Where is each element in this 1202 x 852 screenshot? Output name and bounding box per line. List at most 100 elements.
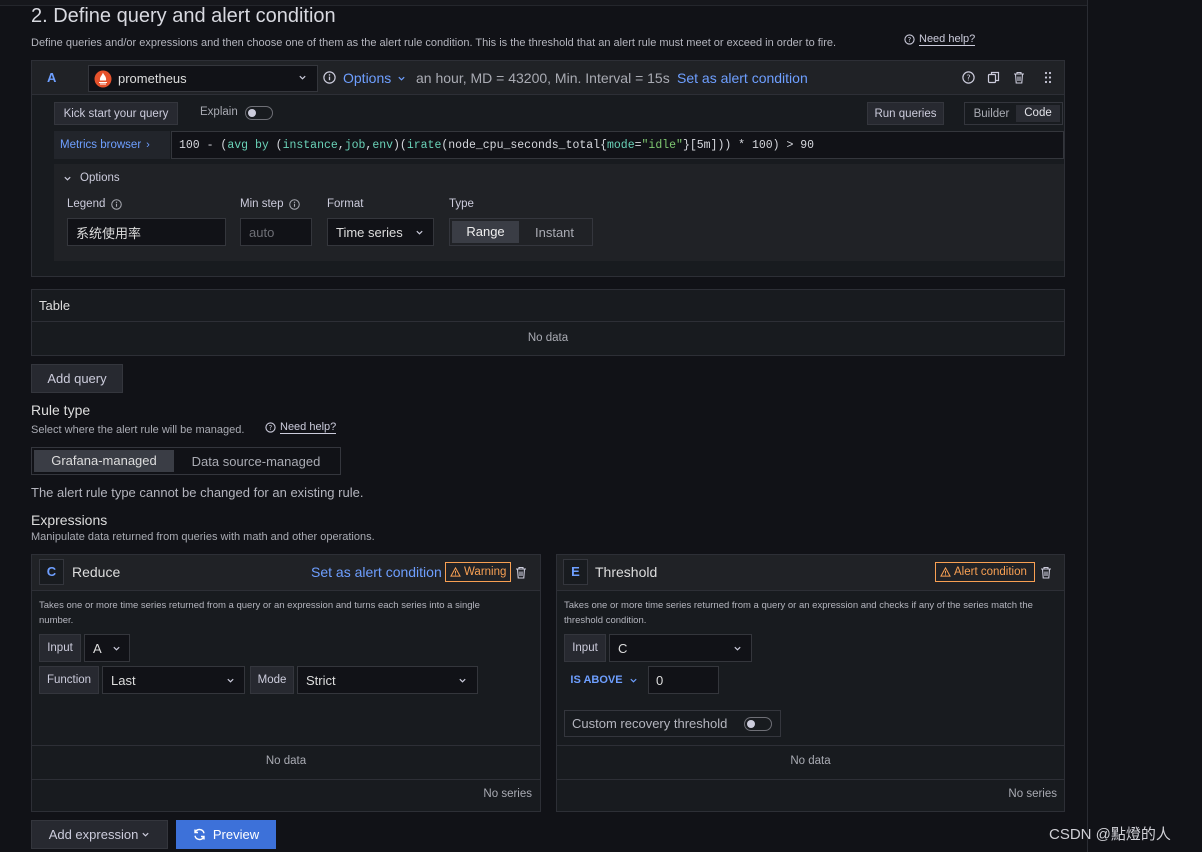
divider: [557, 779, 1064, 780]
chevron-down-icon: [629, 676, 638, 685]
prometheus-icon: [94, 70, 112, 88]
rule-type-description: Select where the alert rule will be mana…: [31, 424, 245, 436]
add-expression-button[interactable]: Add expression: [31, 820, 168, 849]
threshold-ref-id[interactable]: E: [563, 559, 588, 585]
expr-token: by: [254, 138, 269, 152]
code-mode-button[interactable]: Code: [1016, 105, 1060, 122]
threshold-value-input[interactable]: 0: [648, 666, 719, 694]
expr-token: job: [344, 138, 366, 152]
table-panel: [31, 289, 1065, 356]
query-code-editor[interactable]: 100 - (avg by (instance, job, env)(irate (n…: [171, 131, 1064, 159]
metrics-browser-label: Metrics browser: [60, 139, 142, 151]
expr-token: 100 - (: [179, 138, 228, 152]
divider: [32, 321, 1064, 322]
custom-recovery-toggle-row[interactable]: Custom recovery threshold: [564, 710, 781, 737]
options-label: Options: [343, 70, 392, 86]
threshold-no-series: No series: [1008, 788, 1057, 800]
threshold-input-label: Input: [564, 634, 606, 662]
preview-button[interactable]: Preview: [176, 820, 276, 849]
add-expression-label: Add expression: [48, 827, 139, 842]
options-header: Options: [80, 172, 120, 184]
chevron-down-icon: [112, 644, 121, 653]
editor-mode-switch: Builder Code: [964, 102, 1063, 125]
duplicate-icon[interactable]: [987, 71, 1000, 84]
query-options-toggle[interactable]: Options: [343, 70, 406, 86]
reduce-set-alert-condition[interactable]: Set as alert condition: [311, 564, 442, 580]
drag-handle-icon[interactable]: [1044, 71, 1052, 84]
section-description: Define queries and/or expressions and th…: [31, 37, 837, 49]
options-collapse-toggle[interactable]: Options: [63, 172, 120, 184]
reduce-input-select[interactable]: A: [84, 634, 130, 662]
mode-select[interactable]: Strict: [297, 666, 478, 694]
function-select[interactable]: Last: [102, 666, 245, 694]
section-help[interactable]: ? Need help?: [904, 33, 976, 46]
custom-recovery-toggle[interactable]: [744, 717, 772, 731]
expr-token: instance: [282, 138, 338, 152]
expr-token: env: [372, 138, 394, 152]
legend-input[interactable]: 系统使用率: [67, 218, 226, 246]
min-step-label-row: Min step: [240, 198, 301, 210]
reduce-ref-id[interactable]: C: [39, 559, 64, 585]
preview-label: Preview: [212, 827, 260, 842]
divider: [32, 779, 540, 780]
grafana-managed-option[interactable]: Grafana-managed: [34, 450, 174, 472]
threshold-input-value: C: [618, 640, 628, 656]
threshold-description: Takes one or more time series returned f…: [564, 600, 1033, 626]
table-title: Table: [39, 298, 71, 313]
explain-toggle[interactable]: [245, 106, 273, 120]
chevron-down-icon: [458, 676, 467, 685]
metrics-browser-button[interactable]: Metrics browser ›: [54, 131, 170, 159]
chevron-down-icon: [397, 74, 406, 83]
need-help-link[interactable]: Need help?: [919, 33, 976, 46]
query-ref-id[interactable]: A: [47, 70, 56, 85]
rule-type-note: The alert rule type cannot be changed fo…: [31, 485, 364, 500]
run-queries-button[interactable]: Run queries: [867, 102, 944, 125]
expr-token: )(: [393, 138, 407, 152]
expr-token: (node_cpu_seconds_total{: [441, 138, 607, 152]
threshold-input-select[interactable]: C: [609, 634, 752, 662]
format-value: Time series: [336, 224, 403, 240]
datasource-picker[interactable]: prometheus: [88, 65, 318, 92]
help-circle-icon: ?: [904, 34, 915, 45]
section-title: 2. Define query and alert condition: [31, 5, 336, 27]
options-summary: an hour, MD = 43200, Min. Interval = 15s: [416, 70, 670, 86]
need-help-link[interactable]: Need help?: [280, 421, 337, 434]
alert-condition-badge: Alert condition: [935, 562, 1035, 582]
threshold-operator-select[interactable]: IS ABOVE: [564, 666, 644, 694]
chevron-down-icon: [415, 228, 424, 237]
set-alert-condition-link[interactable]: Set as alert condition: [677, 70, 808, 86]
type-range-option[interactable]: Range: [452, 221, 519, 243]
function-label: Function: [39, 666, 99, 694]
min-step-input[interactable]: auto: [240, 218, 312, 246]
divider: [557, 745, 1064, 746]
chevron-right-icon: ›: [146, 139, 150, 151]
legend-label-row: Legend: [67, 198, 123, 210]
add-query-button[interactable]: Add query: [31, 364, 123, 393]
info-icon[interactable]: [323, 71, 336, 84]
trash-icon[interactable]: [515, 566, 527, 579]
expressions-description: Manipulate data returned from queries wi…: [31, 531, 375, 543]
help-icon[interactable]: ?: [962, 71, 975, 84]
datasource-managed-option[interactable]: Data source-managed: [174, 454, 338, 469]
warning-badge: Warning: [445, 562, 511, 582]
expr-token: avg: [227, 138, 249, 152]
rule-type-help[interactable]: ? Need help?: [265, 421, 337, 434]
info-icon: [289, 198, 301, 210]
kick-start-button[interactable]: Kick start your query: [54, 102, 178, 125]
warning-badge-label: Warning: [464, 566, 507, 578]
type-instant-option[interactable]: Instant: [519, 225, 590, 240]
reduce-ref-id-text: C: [46, 564, 57, 579]
expr-token: }[5m])) * 100) > 90: [682, 138, 815, 152]
format-select[interactable]: Time series: [327, 218, 434, 246]
expr-token: mode: [607, 138, 635, 152]
mode-label: Mode: [250, 666, 294, 694]
custom-recovery-label: Custom recovery threshold: [572, 716, 728, 731]
builder-mode-button[interactable]: Builder: [967, 108, 1016, 120]
type-radio-group: Range Instant: [449, 218, 593, 246]
svg-text:?: ?: [966, 73, 970, 82]
trash-icon[interactable]: [1040, 566, 1052, 579]
expr-token: irate: [406, 138, 442, 152]
format-label: Format: [327, 198, 364, 210]
trash-icon[interactable]: [1013, 71, 1025, 84]
reduce-description: Takes one or more time series returned f…: [39, 600, 480, 626]
